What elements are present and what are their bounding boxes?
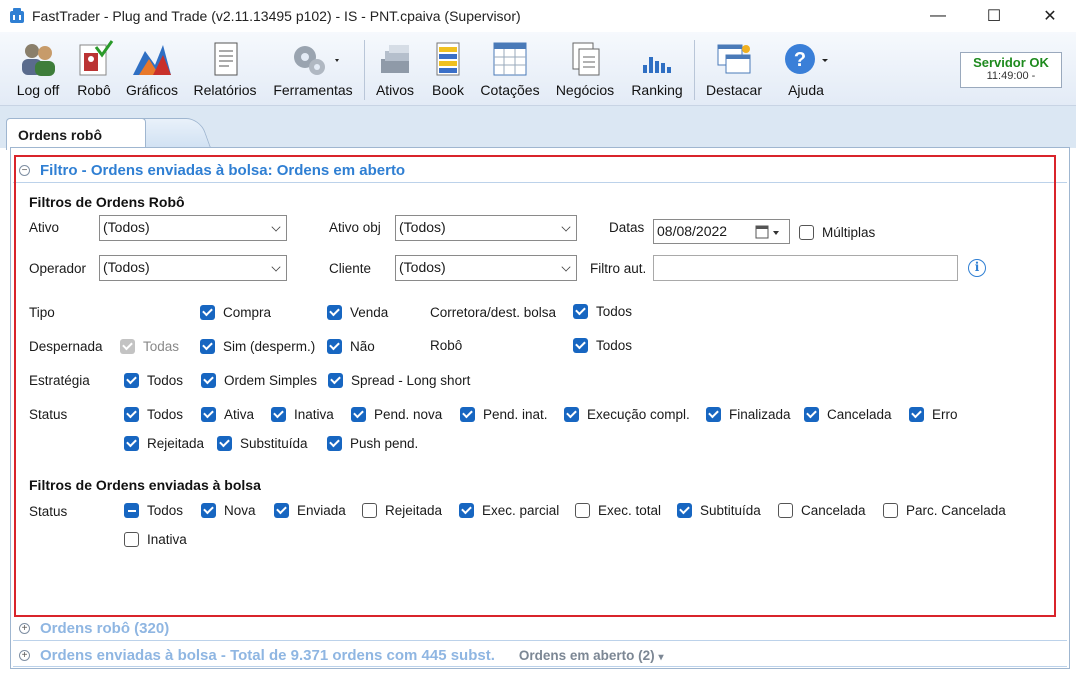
toolbar-separator <box>364 40 365 100</box>
tab-strip: Ordens robô <box>0 106 1076 150</box>
expand-icon[interactable]: + <box>19 650 30 661</box>
graficos-button[interactable]: Gráficos <box>124 38 180 102</box>
quotes-icon <box>493 42 527 76</box>
server-time: 11:49:00 - <box>986 70 1036 82</box>
section-divider <box>13 666 1067 667</box>
server-status-text: Servidor OK <box>973 55 1049 70</box>
cotacoes-button[interactable]: Cotações <box>478 38 542 102</box>
window-title: FastTrader - Plug and Trade (v2.11.13495… <box>32 8 521 24</box>
help-icon: ? <box>785 44 828 74</box>
destacar-button[interactable]: Destacar <box>700 38 768 102</box>
assets-icon <box>381 45 409 73</box>
ativos-button[interactable]: Ativos <box>372 38 418 102</box>
sent-orders-section-header[interactable]: + Ordens enviadas à bolsa - Total de 9.3… <box>19 647 663 664</box>
users-icon <box>22 44 55 76</box>
robo-button[interactable]: Robô <box>72 38 116 102</box>
minimize-button[interactable]: — <box>912 0 964 32</box>
close-button[interactable]: ✕ <box>1024 0 1076 32</box>
section-divider <box>13 640 1067 641</box>
sent-orders-title: Ordens enviadas à bolsa - Total de 9.371… <box>40 647 495 664</box>
book-button[interactable]: Book <box>428 38 468 102</box>
main-toolbar: Log off Robô Gráficos Relatórios Ferrame… <box>0 32 1076 106</box>
negocios-button[interactable]: Negócios <box>552 38 618 102</box>
gears-icon <box>294 46 339 75</box>
dropdown-arrow-icon: ▾ <box>658 652 664 663</box>
toolbar-separator <box>694 40 695 100</box>
main-panel: − Filtro - Ordens enviadas à bolsa: Orde… <box>10 147 1070 669</box>
title-bar: FastTrader - Plug and Trade (v2.11.13495… <box>0 0 1076 32</box>
robot-icon <box>79 40 114 76</box>
detach-icon <box>717 44 751 74</box>
ranking-button[interactable]: Ranking <box>628 38 686 102</box>
chart-icon <box>133 45 171 75</box>
ferramentas-button[interactable]: Ferramentas <box>270 38 356 102</box>
svg-text:?: ? <box>794 49 806 71</box>
relatorios-button[interactable]: Relatórios <box>192 38 258 102</box>
report-icon <box>214 42 238 76</box>
ajuda-button[interactable]: ? Ajuda <box>780 38 832 102</box>
tab-ordens-robo[interactable]: Ordens robô <box>6 118 146 150</box>
robot-orders-section-header[interactable]: + Ordens robô (320) <box>19 620 169 637</box>
logoff-button[interactable]: Log off <box>10 38 66 102</box>
maximize-button[interactable]: ☐ <box>968 0 1020 32</box>
robot-orders-title: Ordens robô (320) <box>40 620 170 637</box>
server-status-panel: Servidor OK 11:49:00 - <box>960 52 1062 88</box>
highlight-box <box>14 155 1056 617</box>
trades-icon <box>572 42 600 76</box>
ranking-icon <box>643 57 671 73</box>
app-logo-icon <box>10 8 24 23</box>
book-icon <box>436 42 460 76</box>
expand-icon[interactable]: + <box>19 623 30 634</box>
orders-filter-dropdown[interactable]: Ordens em aberto (2) ▾ <box>519 648 664 663</box>
